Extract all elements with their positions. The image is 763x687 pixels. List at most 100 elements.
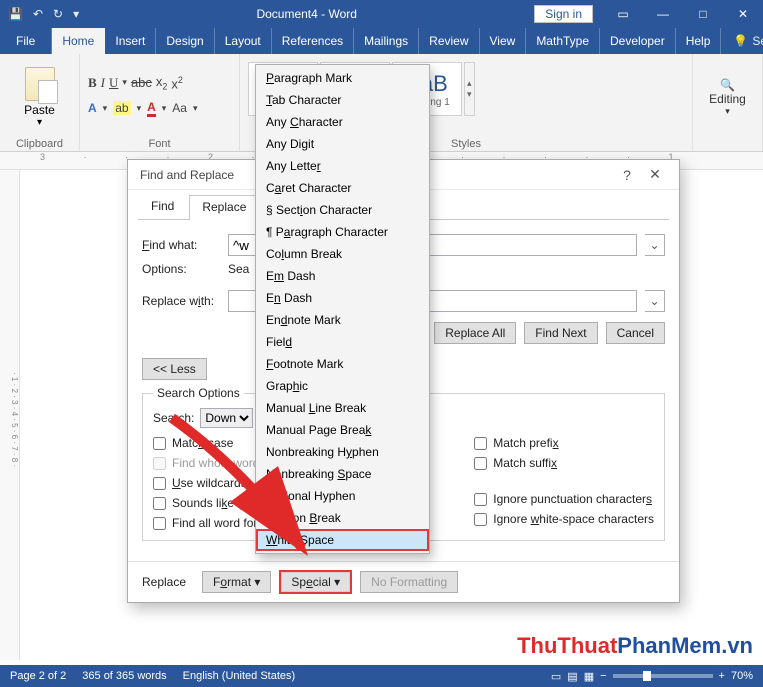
tell-me-search[interactable]: 💡Search — [721, 28, 763, 54]
replace-with-dropdown[interactable]: ⌄ — [645, 290, 665, 312]
tab-review[interactable]: Review — [419, 28, 479, 54]
special-item-tab-character[interactable]: Tab Character — [256, 89, 429, 111]
watermark: ThuThuatPhanMem.vn — [517, 633, 753, 659]
close-icon[interactable]: ✕ — [723, 0, 763, 28]
check-ignore-punct[interactable]: Ignore punctuation characters — [474, 492, 654, 506]
tab-help[interactable]: Help — [676, 28, 722, 54]
find-what-dropdown[interactable]: ⌄ — [645, 234, 665, 256]
tab-home[interactable]: Home — [52, 28, 105, 54]
search-direction-label: Search: — [153, 411, 194, 425]
sign-in-button[interactable]: Sign in — [534, 5, 593, 23]
special-item-field[interactable]: Field — [256, 331, 429, 353]
special-item-any-character[interactable]: Any Character — [256, 111, 429, 133]
zoom-in-button[interactable]: + — [719, 670, 725, 682]
text-effects-button[interactable]: A — [88, 101, 97, 115]
save-icon[interactable]: 💾 — [8, 7, 23, 21]
group-clipboard: Paste ▾ Clipboard — [0, 54, 80, 151]
special-item-section-break[interactable]: Section Break — [256, 507, 429, 529]
special-item-em-dash[interactable]: Em Dash — [256, 265, 429, 287]
highlight-button[interactable]: ab — [113, 101, 130, 115]
tab-replace[interactable]: Replace — [189, 195, 259, 220]
group-editing[interactable]: 🔍 Editing ▾ — [693, 54, 763, 151]
special-item-nonbreaking-hyphen[interactable]: Nonbreaking Hyphen — [256, 441, 429, 463]
ribbon-display-icon[interactable]: ▭ — [603, 0, 643, 28]
dialog-help-button[interactable]: ? — [613, 167, 641, 183]
check-ignore-ws[interactable]: Ignore white-space characters — [474, 512, 654, 526]
zoom-level[interactable]: 70% — [731, 670, 753, 682]
tab-file[interactable]: File — [0, 28, 52, 54]
special-item-footnote-mark[interactable]: Footnote Mark — [256, 353, 429, 375]
strikethrough-button[interactable]: abc — [131, 75, 152, 90]
subscript-button[interactable]: x2 — [156, 74, 168, 92]
special-item-nonbreaking-space[interactable]: Nonbreaking Space — [256, 463, 429, 485]
zoom-out-button[interactable]: − — [600, 670, 606, 682]
replace-section-label: Replace — [142, 575, 186, 589]
bold-button[interactable]: B — [88, 75, 97, 91]
options-label: Options: — [142, 262, 220, 276]
tab-mathtype[interactable]: MathType — [526, 28, 600, 54]
special-item-paragraph-character[interactable]: ¶ Paragraph Character — [256, 221, 429, 243]
replace-with-label: Replace with: — [142, 294, 220, 308]
special-item-any-letter[interactable]: Any Letter — [256, 155, 429, 177]
undo-icon[interactable]: ↶ — [33, 7, 43, 21]
tab-design[interactable]: Design — [156, 28, 214, 54]
find-next-button[interactable]: Find Next — [524, 322, 597, 344]
vertical-ruler[interactable]: · 1 · 2 · 3 · 4 · 5 · 6 · 7 · 8 · — [0, 170, 20, 660]
italic-button[interactable]: I — [101, 75, 105, 91]
dialog-close-button[interactable]: ✕ — [641, 166, 669, 183]
paste-button[interactable]: Paste — [24, 103, 55, 117]
special-item-endnote-mark[interactable]: Endnote Mark — [256, 309, 429, 331]
redo-icon[interactable]: ↻ — [53, 7, 63, 21]
change-case-button[interactable]: Aa — [172, 101, 187, 115]
special-item-section-character[interactable]: § Section Character — [256, 199, 429, 221]
tab-layout[interactable]: Layout — [215, 28, 272, 54]
format-button[interactable]: Format ▾ — [202, 571, 271, 593]
view-web-icon[interactable]: ▦ — [584, 670, 594, 683]
status-language[interactable]: English (United States) — [183, 670, 296, 682]
special-item-en-dash[interactable]: En Dash — [256, 287, 429, 309]
special-item-manual-page-break[interactable]: Manual Page Break — [256, 419, 429, 441]
no-formatting-button: No Formatting — [360, 571, 458, 593]
paste-icon[interactable] — [25, 67, 55, 101]
special-item-optional-hyphen[interactable]: Optional Hyphen — [256, 485, 429, 507]
special-item-manual-line-break[interactable]: Manual Line Break — [256, 397, 429, 419]
special-item-paragraph-mark[interactable]: Paragraph Mark — [256, 67, 429, 89]
minimize-icon[interactable]: — — [643, 0, 683, 28]
check-match-prefix[interactable]: Match prefix — [474, 436, 654, 450]
special-button[interactable]: Special ▾ — [279, 570, 352, 594]
options-value: Sea — [228, 262, 249, 276]
superscript-button[interactable]: x2 — [171, 75, 183, 91]
status-page[interactable]: Page 2 of 2 — [10, 670, 66, 682]
status-words[interactable]: 365 of 365 words — [82, 670, 166, 682]
special-item-any-digit[interactable]: Any Digit — [256, 133, 429, 155]
tab-developer[interactable]: Developer — [600, 28, 676, 54]
view-print-icon[interactable]: ▤ — [567, 670, 577, 683]
qat-customize-icon[interactable]: ▾ — [73, 7, 79, 21]
replace-all-button[interactable]: Replace All — [434, 322, 516, 344]
tab-view[interactable]: View — [480, 28, 527, 54]
lightbulb-icon: 💡 — [733, 34, 748, 48]
tab-insert[interactable]: Insert — [105, 28, 156, 54]
search-direction-select[interactable]: Down — [200, 408, 253, 428]
underline-button[interactable]: U — [109, 75, 118, 91]
check-match-suffix[interactable]: Match suffix — [474, 456, 654, 470]
zoom-slider[interactable] — [613, 674, 713, 678]
styles-more-icon[interactable]: ▴▾ — [464, 62, 475, 116]
title-bar: 💾 ↶ ↻ ▾ Document4 - Word Sign in ▭ — □ ✕ — [0, 0, 763, 28]
view-read-icon[interactable]: ▭ — [551, 670, 561, 683]
special-item-column-break[interactable]: Column Break — [256, 243, 429, 265]
search-icon: 🔍 — [720, 78, 735, 92]
group-label: Font — [80, 138, 239, 151]
less-button[interactable]: << Less — [142, 358, 207, 380]
special-item-caret-character[interactable]: Caret Character — [256, 177, 429, 199]
tab-mailings[interactable]: Mailings — [354, 28, 419, 54]
font-color-button[interactable]: A — [147, 100, 156, 117]
tab-references[interactable]: References — [272, 28, 354, 54]
tab-find[interactable]: Find — [138, 194, 187, 219]
editing-button-label: Editing — [709, 92, 746, 106]
special-item-white-space[interactable]: White Space — [256, 529, 429, 551]
special-item-graphic[interactable]: Graphic — [256, 375, 429, 397]
find-what-label: Find what: — [142, 238, 220, 252]
cancel-button[interactable]: Cancel — [606, 322, 665, 344]
maximize-icon[interactable]: □ — [683, 0, 723, 28]
